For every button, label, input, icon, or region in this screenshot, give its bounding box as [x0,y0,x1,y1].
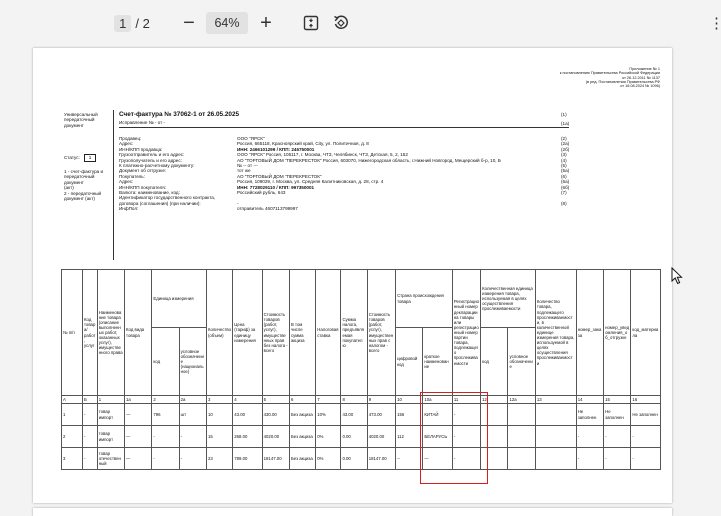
th-country-code: цифровой код [395,327,424,396]
scrollbar[interactable] [712,46,721,512]
pdf-page-2 [33,508,672,516]
zoom-out-button[interactable]: − [180,12,198,34]
left-separator [113,110,114,260]
th-qty: Количество (объем) [205,269,234,396]
th-c14: номер_заказа [575,269,605,396]
th-num: № п/п [60,269,84,396]
th-trace-name: условное обозначение [507,327,536,396]
page-total: / 2 [135,15,150,31]
rotate-button[interactable] [330,12,352,34]
th-rate: Налоговая ставка [315,269,342,396]
appendix-note: Приложение № 1 к постановлению Правитель… [559,67,660,89]
th-customs: Регистрационный номер декларации на това… [451,269,482,396]
fit-page-button[interactable] [300,12,322,34]
table-row: 3- товар отечественный — -- 23 789.00 1814… [60,447,661,470]
th-country: Страна происхождения товара [395,269,453,328]
th-trace-unit: Количественная единица измерения товара,… [480,269,536,328]
fit-page-icon [303,15,319,31]
highlight-box [420,392,488,484]
th-c15: номер_уведомления_об_отгрузке [603,269,632,396]
th-trace-qty: Количество товара, подлежащего прослежив… [534,269,577,396]
index-row: АБ 1 1а 2 2а 34 56 78 9 10 10а 11 12 12а 13 14… [60,395,661,404]
pdf-page-1: Приложение № 1 к постановлению Правитель… [33,48,672,503]
status-value: 1 [84,154,96,162]
table-row: 1- товар импорт — 796 шт 10 43.00 430.00 Без… [60,403,661,426]
th-c16: код_материала [630,269,661,396]
th-tax: Сумма налога, предъявляемая покупателю [340,269,368,396]
field-codes: (2) (2а) (2б) (3) (4) (5) (5а) (6) (6а) … [561,136,570,206]
th-unit: Единица измерения [151,269,207,328]
correction-code: (1а) [561,121,570,126]
pdf-toolbar: 1 / 2 − 64% + ⋮ [0,0,721,46]
status-label: Статус: [64,155,80,160]
th-unit-name: условное обозначение (национальное) [178,327,207,396]
th-country-name: краткое наименование [422,327,453,396]
th-code: Код товара/ работ, услуг [82,269,98,396]
th-cost: Стоимость товаров (работ, услуг), имущес… [261,269,290,396]
th-cost-tax: Стоимость товаров (работ, услуг), имущес… [366,269,397,396]
th-unit-code: код [151,327,180,396]
th-name: Наименование товара (описание выполненны… [96,269,126,396]
goods-table: № п/п Код товара/ работ, услуг Наименова… [60,269,661,470]
zoom-in-button[interactable]: + [257,12,275,34]
status-description: 1 - счет-фактура и передаточный документ… [64,169,104,202]
table-row: 2- товар импорт — -- 15 268.00 4020.00 Без … [60,425,661,448]
more-menu-button[interactable]: ⋮ [709,12,721,34]
mouse-cursor-icon [671,267,683,285]
upd-label: Универсальный передаточный документ [64,112,98,128]
field-values: ООО "ЯРСК" Россия, 665118, Красноярский … [237,136,501,212]
rotate-icon [334,15,348,29]
th-kind: Код вида товара [124,269,153,396]
divider [119,127,569,128]
zoom-level[interactable]: 64% [206,12,248,34]
th-trace-code: код [480,327,509,396]
invoice-title: Счет-фактура № 37062-1 от 26.05.2025 [119,111,240,118]
title-code: (1) [561,112,567,117]
th-excise: В том числе сумма акциза [288,269,317,396]
correction-line: Исправление № - от - [119,120,166,125]
th-price: Цена (тариф) за единицу измерения [232,269,263,396]
field-labels: Продавец: Адрес: ИНН/КПП продавца: Грузо… [119,136,216,212]
page-indicator: 1 / 2 [109,12,155,34]
page-number-input[interactable]: 1 [114,14,132,32]
